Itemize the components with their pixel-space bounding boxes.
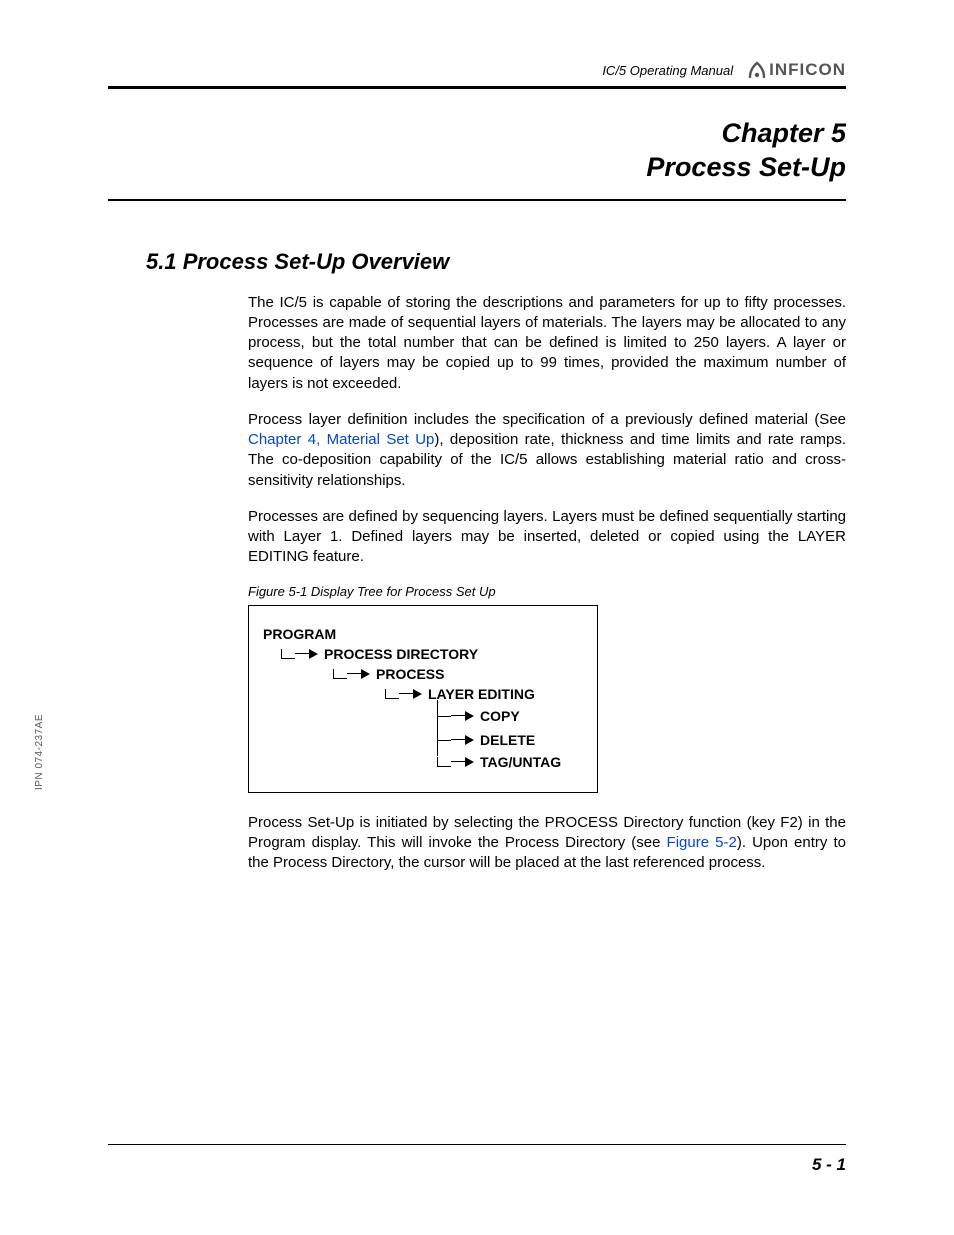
brand-icon [747,60,767,80]
tree-node-layer-editing: LAYER EDITING [263,686,583,702]
arrow-icon [309,649,318,659]
paragraph-2a: Process layer definition includes the sp… [248,411,846,428]
paragraph-2: Process layer definition includes the sp… [248,410,846,491]
arrow-icon [465,757,474,767]
arrow-icon [465,711,474,721]
page-number: 5 - 1 [108,1155,846,1175]
tree-node-taguntag: TAG/UNTAG [263,754,583,770]
header-rule [108,86,846,89]
arrow-icon [413,689,422,699]
chapter-rule [108,199,846,201]
link-chapter-4[interactable]: Chapter 4, Material Set Up [248,431,434,448]
footer: 5 - 1 [108,1144,846,1175]
tree-label-taguntag: TAG/UNTAG [480,754,561,770]
page: IC/5 Operating Manual INFICON Chapter 5 … [0,0,954,1235]
figure-box: PROGRAM PROCESS DIRECTORY PROCESS LAYER … [248,605,598,793]
chapter-line1: Chapter 5 [108,117,846,151]
tree-label-program: PROGRAM [263,626,336,642]
tree-label-process-directory: PROCESS DIRECTORY [324,646,478,662]
section-heading: 5.1 Process Set-Up Overview [146,249,846,275]
tree-node-program: PROGRAM [263,626,583,642]
brand-logo: INFICON [747,60,846,80]
tree-node-process-directory: PROCESS DIRECTORY [263,646,583,662]
figure-caption: Figure 5-1 Display Tree for Process Set … [248,584,846,599]
chapter-title: Chapter 5 Process Set-Up [108,117,846,185]
arrow-icon [361,669,370,679]
tree-node-process: PROCESS [263,666,583,682]
chapter-line2: Process Set-Up [108,151,846,185]
header-row: IC/5 Operating Manual INFICON [108,60,846,86]
tree-label-delete: DELETE [480,732,535,748]
link-figure-5-2[interactable]: Figure 5-2 [667,834,737,851]
paragraph-1: The IC/5 is capable of storing the descr… [248,293,846,394]
body-block: The IC/5 is capable of storing the descr… [248,293,846,874]
tree-label-copy: COPY [480,708,520,724]
arrow-icon [465,735,474,745]
tree-node-delete: DELETE [263,730,583,750]
manual-title: IC/5 Operating Manual [602,63,733,80]
footer-rule [108,1144,846,1145]
tree-label-process: PROCESS [376,666,444,682]
paragraph-3: Processes are defined by sequencing laye… [248,507,846,568]
paragraph-4: Process Set-Up is initiated by selecting… [248,813,846,874]
tree-label-layer-editing: LAYER EDITING [428,686,535,702]
side-ipn-label: IPN 074-237AE [34,714,45,790]
tree-node-copy: COPY [263,706,583,726]
brand-text: INFICON [769,60,846,80]
